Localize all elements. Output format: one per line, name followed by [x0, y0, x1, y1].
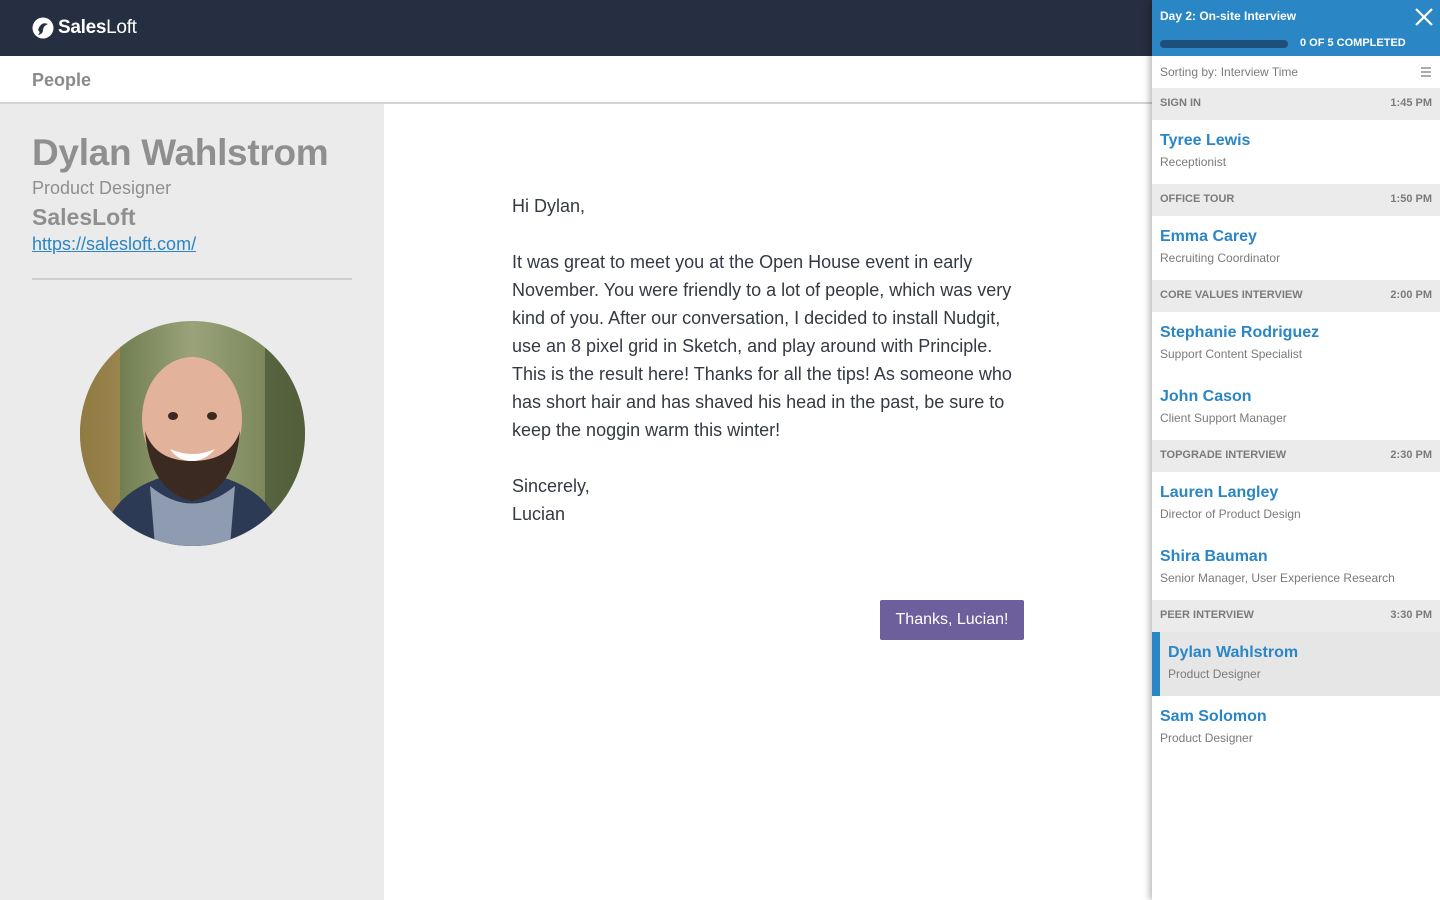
interviewer-name[interactable]: Shira Bauman	[1160, 548, 1268, 566]
hamburger-menu-icon[interactable]	[1420, 66, 1432, 78]
section-header: CORE VALUES INTERVIEW 2:00 PM	[1152, 280, 1440, 312]
section-name: PEER INTERVIEW	[1160, 609, 1254, 621]
interviewer-role: Product Designer	[1168, 667, 1261, 681]
sort-bar: Sorting by: Interview Time	[1152, 56, 1440, 88]
section-time: 3:30 PM	[1390, 609, 1432, 621]
close-icon[interactable]	[1414, 7, 1434, 27]
letter-signature: Lucian	[512, 504, 566, 524]
interviewer-item[interactable]: Emma Carey Recruiting Coordinator	[1152, 216, 1440, 280]
interviewer-item[interactable]: Tyree Lewis Receptionist	[1152, 120, 1440, 184]
section-header: TOPGRADE INTERVIEW 2:30 PM	[1152, 440, 1440, 472]
avatar	[80, 321, 305, 546]
interviewer-item[interactable]: John Cason Client Support Manager	[1152, 376, 1440, 440]
interviewer-name[interactable]: Sam Solomon	[1160, 708, 1267, 726]
avatar-photo	[80, 321, 305, 546]
section-header: SIGN IN 1:45 PM	[1152, 88, 1440, 120]
sort-label: Sorting by: Interview Time	[1160, 65, 1299, 79]
interviewer-item[interactable]: Lauren Langley Director of Product Design	[1152, 472, 1440, 536]
brand-logo[interactable]: SalesLoft	[32, 15, 137, 41]
interviewer-role: Support Content Specialist	[1160, 347, 1303, 361]
interviewer-role: Director of Product Design	[1160, 507, 1301, 521]
interviewer-name[interactable]: John Cason	[1160, 388, 1252, 406]
interview-list: SIGN IN 1:45 PM Tyree Lewis Receptionist OFF…	[1152, 88, 1440, 760]
section-time: 2:00 PM	[1390, 289, 1432, 301]
profile-panel: Dylan Wahlstrom Product Designer SalesLo…	[0, 104, 384, 900]
section-header: OFFICE TOUR 1:50 PM	[1152, 184, 1440, 216]
interviewer-name[interactable]: Stephanie Rodriguez	[1160, 324, 1319, 342]
interviewer-role: Senior Manager, User Experience Research	[1160, 571, 1395, 585]
letter-greeting: Hi Dylan,	[512, 196, 586, 216]
profile-title: Product Designer	[32, 178, 172, 198]
interviewer-item[interactable]: Sam Solomon Product Designer	[1152, 696, 1440, 760]
letter: Hi Dylan, It was great to meet you at th…	[512, 192, 1027, 528]
profile-website-link[interactable]: https://salesloft.com/	[32, 234, 196, 255]
sidebar-title: Day 2: On-site Interview	[1160, 9, 1297, 23]
thanks-button[interactable]: Thanks, Lucian!	[880, 600, 1024, 640]
interviewer-name[interactable]: Emma Carey	[1160, 228, 1257, 246]
section-name: OFFICE TOUR	[1160, 193, 1235, 205]
page-title: People	[32, 70, 92, 90]
section-header: PEER INTERVIEW 3:30 PM	[1152, 600, 1440, 632]
interviewer-role: Product Designer	[1160, 731, 1253, 745]
interviewer-name[interactable]: Tyree Lewis	[1160, 132, 1250, 150]
section-name: SIGN IN	[1160, 97, 1201, 109]
letter-body: It was great to meet you at the Open Hou…	[512, 252, 1012, 440]
profile-name: Dylan Wahlstrom	[32, 132, 329, 173]
salesloft-logo-icon	[32, 17, 54, 39]
interviewer-role: Receptionist	[1160, 155, 1227, 169]
section-time: 1:50 PM	[1390, 193, 1432, 205]
section-name: CORE VALUES INTERVIEW	[1160, 289, 1303, 301]
interviewer-name[interactable]: Dylan Wahlstrom	[1168, 644, 1298, 662]
interviewer-item[interactable]: Dylan Wahlstrom Product Designer	[1152, 632, 1440, 696]
interviewer-role: Recruiting Coordinator	[1160, 251, 1281, 265]
section-time: 2:30 PM	[1390, 449, 1432, 461]
profile-company: SalesLoft	[32, 204, 136, 230]
sub-header: People	[0, 56, 1152, 104]
progress-bar	[1160, 40, 1288, 48]
profile-divider	[32, 278, 352, 280]
interviewer-name[interactable]: Lauren Langley	[1160, 484, 1278, 502]
section-name: TOPGRADE INTERVIEW	[1160, 449, 1287, 461]
section-time: 1:45 PM	[1390, 97, 1432, 109]
interviewer-item[interactable]: Shira Bauman Senior Manager, User Experie…	[1152, 536, 1440, 600]
interviewer-role: Client Support Manager	[1160, 411, 1287, 425]
sidebar-header: Day 2: On-site Interview 0 OF 5 COMPLETE…	[1152, 0, 1440, 56]
brand-name: SalesLoft	[58, 17, 137, 38]
letter-panel: Hi Dylan, It was great to meet you at th…	[384, 104, 1152, 900]
progress-label: 0 OF 5 COMPLETED	[1300, 37, 1406, 49]
interviewer-item[interactable]: Stephanie Rodriguez Support Content Speci…	[1152, 312, 1440, 376]
letter-closing: Sincerely,	[512, 476, 590, 496]
interview-sidebar: Day 2: On-site Interview 0 OF 5 COMPLETE…	[1152, 0, 1440, 900]
